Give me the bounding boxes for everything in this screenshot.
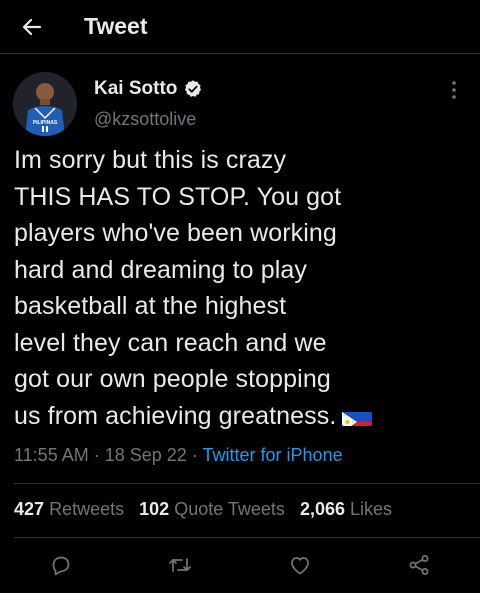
top-bar: Tweet (0, 0, 480, 54)
quote-tweets-label: Quote Tweets (174, 499, 285, 519)
more-icon (452, 81, 456, 99)
share-icon (409, 555, 429, 575)
page-title: Tweet (84, 13, 148, 39)
tweet-text: Im sorry but this is crazy THIS HAS TO S… (14, 142, 464, 434)
tweet-date[interactable]: 18 Sep 22 (105, 445, 187, 465)
retweet-button[interactable] (166, 551, 194, 579)
share-button[interactable] (405, 551, 433, 579)
likes-label: Likes (350, 499, 393, 519)
tweet-time[interactable]: 11:55 AM (14, 445, 89, 465)
tweet-body: Im sorry but this is crazy THIS HAS TO S… (14, 146, 342, 430)
divider (14, 483, 480, 484)
more-button[interactable] (442, 78, 466, 102)
meta-separator: · (93, 445, 100, 465)
quote-tweets-stat[interactable]: 102 Quote Tweets (139, 499, 285, 519)
retweets-stat[interactable]: 427 Retweets (14, 499, 124, 519)
likes-stat[interactable]: 2,066 Likes (300, 499, 392, 519)
author-handle[interactable]: @kzsottolive (94, 109, 196, 130)
reply-button[interactable] (47, 551, 75, 579)
meta-separator: · (191, 445, 198, 465)
retweets-count: 427 (14, 499, 45, 519)
author-name[interactable]: Kai Sotto (94, 78, 203, 100)
tweet-stats: 427 Retweets 102 Quote Tweets 2,066 Like… (14, 499, 402, 520)
divider (14, 537, 480, 538)
jersey-text: PILIPINAS (33, 120, 58, 126)
philippines-flag-emoji (342, 406, 373, 426)
retweets-label: Retweets (49, 499, 125, 519)
tweet-source-link[interactable]: Twitter for iPhone (203, 445, 343, 465)
arrow-left-icon (22, 18, 42, 36)
action-bar (0, 545, 480, 585)
author-name-text: Kai Sotto (94, 78, 178, 99)
avatar[interactable]: PILIPINAS (13, 72, 77, 136)
back-button[interactable] (12, 8, 52, 46)
verified-badge-icon (185, 80, 202, 97)
likes-count: 2,066 (299, 499, 345, 519)
retweet-icon (169, 558, 191, 572)
like-button[interactable] (286, 551, 314, 579)
tweet-meta: 11:55 AM · 18 Sep 22 · Twitter for iPhon… (14, 445, 343, 466)
reply-icon (52, 556, 70, 576)
heart-icon (291, 557, 309, 575)
quote-tweets-count: 102 (139, 499, 170, 519)
